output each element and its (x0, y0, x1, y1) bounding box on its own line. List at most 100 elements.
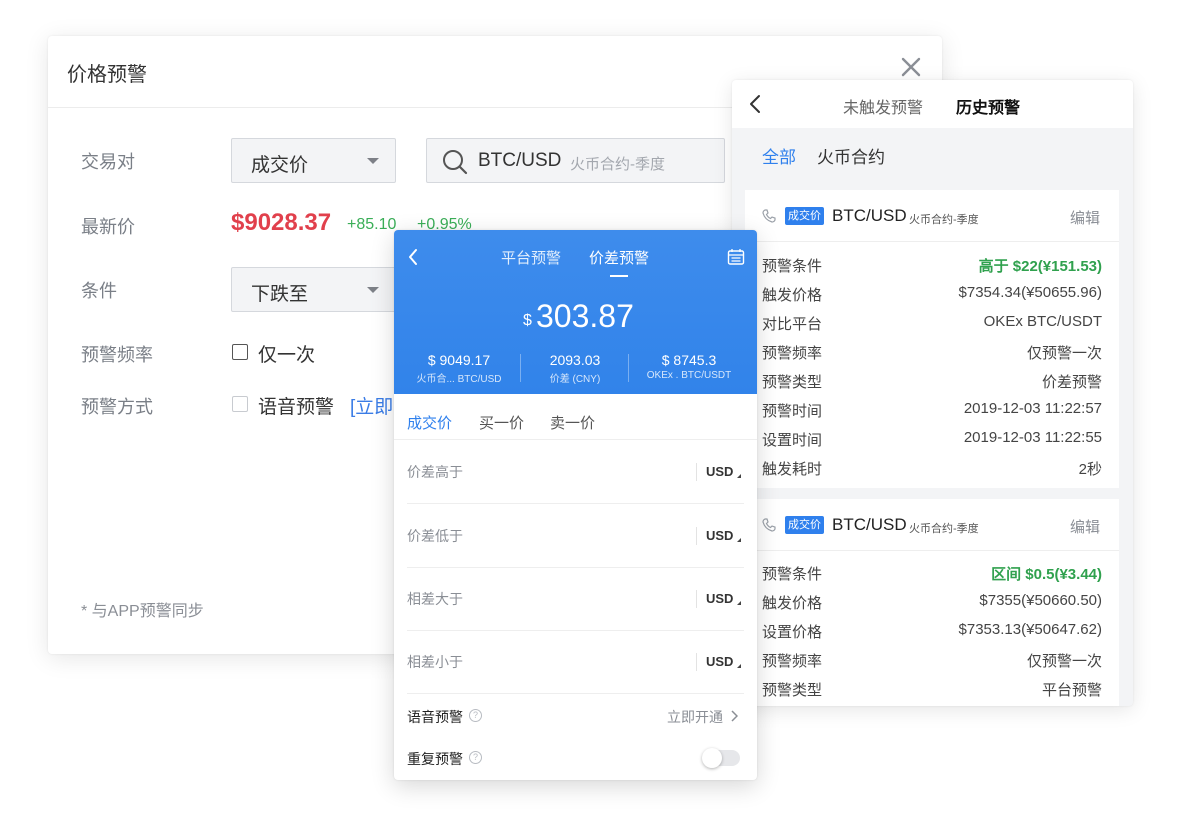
spread-value: 303.87 (536, 298, 634, 334)
price-type-value: 成交价 (251, 155, 309, 176)
edit-button[interactable]: 编辑 (1070, 516, 1100, 537)
card-row: 设置时间 2019-12-03 11:22:55 (762, 429, 1102, 449)
card-row: 预警条件 区间 $0.5(¥3.44) (762, 566, 1102, 583)
chevron-down-icon (737, 474, 741, 478)
divider (696, 590, 697, 608)
card-row: 预警类型 价差预警 (762, 374, 1102, 391)
unit-select[interactable]: USD (706, 591, 733, 606)
divider (394, 439, 757, 440)
card-row: 预警时间 2019-12-03 11:22:57 (762, 400, 1102, 420)
divider (407, 630, 744, 631)
once-checkbox[interactable] (232, 344, 248, 360)
card-header: 成交价 BTC/USD 火币合约-季度 编辑 (745, 190, 1119, 242)
divider (407, 693, 744, 694)
active-tab-indicator (610, 275, 628, 277)
huobi-price-column: $ 9049.17 火币合... BTC/USD (416, 352, 502, 385)
tab-last-price[interactable]: 成交价 (407, 412, 452, 433)
phone-icon (762, 209, 776, 223)
card-row: 预警条件 高于 $22(¥151.53) (762, 258, 1102, 275)
sync-footnote: * 与APP预警同步 (81, 603, 204, 620)
pair-label: 交易对 (81, 152, 135, 172)
tab-bid-price[interactable]: 买一价 (479, 412, 524, 433)
help-icon[interactable]: ? (469, 709, 482, 722)
card-pair: BTC/USD (832, 515, 907, 534)
chevron-down-icon (367, 158, 379, 164)
card-pair-sub: 火币合约-季度 (909, 523, 979, 535)
currency-symbol: $ (523, 312, 532, 329)
repeat-alert-label: 重复预警 (407, 751, 463, 767)
tab-untriggered[interactable]: 未触发预警 (843, 94, 923, 118)
tab-ask-price[interactable]: 卖一价 (550, 412, 595, 433)
chevron-down-icon (367, 287, 379, 293)
condition-value: 下跌至 (251, 284, 309, 305)
latest-price-label: 最新价 (81, 217, 135, 237)
divider (696, 527, 697, 545)
history-card: 成交价 BTC/USD 火币合约-季度 编辑 预警条件 区间 $0.5(¥3.44… (745, 499, 1119, 706)
divider (628, 354, 629, 382)
unit-select[interactable]: USD (706, 654, 733, 669)
divider (407, 503, 744, 504)
history-nav: 未触发预警 历史预警 (732, 80, 1133, 128)
history-card: 成交价 BTC/USD 火币合约-季度 编辑 预警条件 高于 $22(¥151.5… (745, 190, 1119, 488)
search-icon (443, 150, 468, 175)
card-pair: BTC/USD (832, 206, 907, 225)
filter-huobi[interactable]: 火币合约 (817, 143, 885, 168)
card-row: 触发价格 $7354.34(¥50655.96) (762, 284, 1102, 304)
voice-alert-checkbox[interactable] (232, 396, 248, 412)
filter-all[interactable]: 全部 (762, 143, 796, 168)
close-icon[interactable] (900, 56, 922, 78)
spread-alert-panel: 平台预警 价差预警 $ 303.87 $ 9049.17 火币合... BTC/… (394, 230, 757, 780)
tab-history[interactable]: 历史预警 (956, 94, 1020, 118)
voice-alert-label: 语音预警 (258, 397, 335, 418)
tab-platform-alert[interactable]: 平台预警 (501, 247, 561, 268)
spread-above-label: 价差高于 (407, 464, 463, 480)
chevron-down-icon (737, 664, 741, 668)
phone-icon (762, 518, 776, 532)
card-header: 成交价 BTC/USD 火币合约-季度 编辑 (745, 499, 1119, 551)
method-label: 预警方式 (81, 397, 153, 417)
card-row: 预警频率 仅预警一次 (762, 345, 1102, 362)
card-row: 触发耗时 2秒 (762, 461, 1102, 478)
spread-header: 平台预警 价差预警 $ 303.87 $ 9049.17 火币合... BTC/… (394, 230, 757, 394)
frequency-label: 预警频率 (81, 345, 153, 365)
spread-cny-column: 2093.03 价差 (CNY) (549, 352, 601, 385)
unit-select[interactable]: USD (706, 464, 733, 479)
divider (407, 567, 744, 568)
search-pair-sub: 火币合约-季度 (570, 156, 665, 173)
divider (696, 653, 697, 671)
diff-above-label: 相差大于 (407, 591, 463, 607)
diff-below-label: 相差小于 (407, 654, 463, 670)
search-pair-value: BTC/USD (478, 150, 562, 171)
price-type-select[interactable]: 成交价 (231, 138, 396, 183)
edit-button[interactable]: 编辑 (1070, 207, 1100, 228)
chevron-right-icon (731, 710, 738, 722)
chevron-down-icon (737, 601, 741, 605)
activate-now-link[interactable]: 立即开通 (667, 707, 723, 727)
price-type-badge: 成交价 (785, 516, 824, 534)
latest-price: $9028.37 (231, 209, 332, 236)
dialog-title: 价格预警 (67, 64, 147, 86)
card-row: 预警频率 仅预警一次 (762, 653, 1102, 670)
voice-alert-label: 语音预警 (407, 709, 463, 725)
card-row: 预警类型 平台预警 (762, 682, 1102, 699)
tab-spread-alert[interactable]: 价差预警 (589, 247, 649, 268)
card-row: 设置价格 $7353.13(¥50647.62) (762, 621, 1102, 641)
back-icon[interactable] (408, 248, 418, 266)
chevron-down-icon (737, 538, 741, 542)
unit-select[interactable]: USD (706, 528, 733, 543)
card-row: 触发价格 $7355(¥50660.50) (762, 592, 1102, 612)
history-panel: 未触发预警 历史预警 全部 火币合约 成交价 BTC/USD 火币合约-季度 编… (732, 80, 1133, 706)
back-icon[interactable] (749, 94, 761, 114)
card-row: 对比平台 OKEx BTC/USDT (762, 313, 1102, 333)
pair-search-input[interactable]: BTC/USD 火币合约-季度 (426, 138, 725, 183)
repeat-alert-toggle[interactable] (702, 748, 740, 768)
divider (696, 463, 697, 481)
activate-link[interactable]: [立即 (350, 392, 393, 419)
calendar-icon[interactable] (727, 248, 745, 266)
help-icon[interactable]: ? (469, 751, 482, 764)
card-pair-sub: 火币合约-季度 (909, 214, 979, 226)
condition-label: 条件 (81, 281, 117, 301)
condition-select[interactable]: 下跌至 (231, 267, 396, 312)
okex-price-column: $ 8745.3 OKEx . BTC/USDT (646, 352, 732, 381)
price-type-badge: 成交价 (785, 207, 824, 225)
